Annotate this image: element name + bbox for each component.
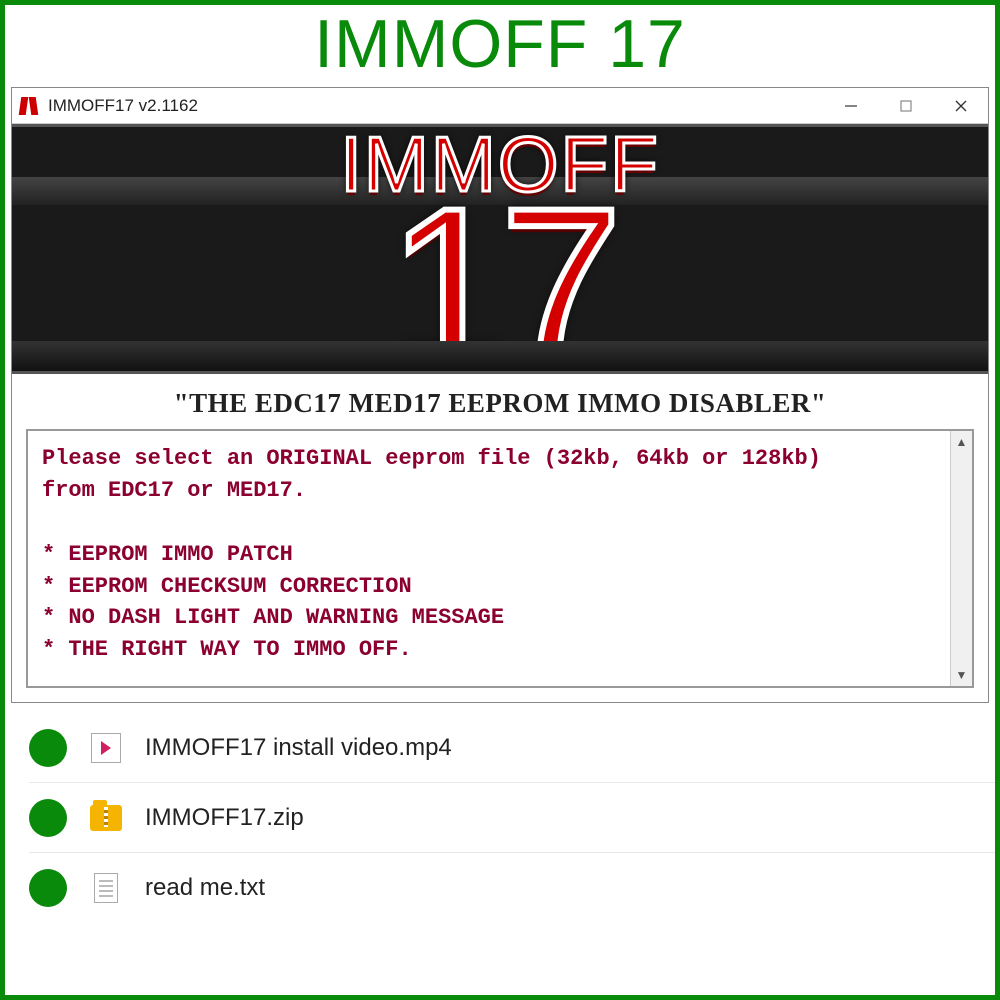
scroll-up-icon[interactable]: ▲ — [951, 431, 972, 453]
subtitle: "THE EDC17 MED17 EEPROM IMMO DISABLER" — [12, 388, 988, 419]
minimize-button[interactable] — [823, 88, 878, 124]
list-item[interactable]: IMMOFF17.zip — [29, 783, 995, 853]
file-name: read me.txt — [145, 874, 265, 902]
close-button[interactable] — [933, 88, 988, 124]
app-window: IMMOFF17 v2.1162 IMMOFF 17 "THE EDC17 ME… — [11, 87, 989, 703]
zip-file-icon — [89, 801, 123, 835]
banner-text-line2: 17 — [388, 175, 613, 374]
page-title: IMMOFF 17 — [5, 5, 995, 87]
bullet-icon — [29, 869, 67, 907]
window-title: IMMOFF17 v2.1162 — [48, 96, 198, 116]
info-text: Please select an ORIGINAL eeprom file (3… — [28, 431, 950, 686]
text-file-icon — [89, 871, 123, 905]
video-file-icon — [89, 731, 123, 765]
bullet-icon — [29, 729, 67, 767]
file-name: IMMOFF17.zip — [145, 804, 304, 832]
info-textbox: Please select an ORIGINAL eeprom file (3… — [26, 429, 974, 688]
scrollbar[interactable]: ▲ ▼ — [950, 431, 972, 686]
list-item[interactable]: IMMOFF17 install video.mp4 — [29, 713, 995, 783]
app-icon — [20, 97, 40, 115]
list-item[interactable]: read me.txt — [29, 853, 995, 923]
maximize-button[interactable] — [878, 88, 933, 124]
subtitle-area: "THE EDC17 MED17 EEPROM IMMO DISABLER" — [12, 374, 988, 429]
app-banner: IMMOFF 17 — [12, 124, 988, 374]
file-name: IMMOFF17 install video.mp4 — [145, 734, 452, 762]
titlebar[interactable]: IMMOFF17 v2.1162 — [12, 88, 988, 124]
scroll-down-icon[interactable]: ▼ — [951, 664, 972, 686]
file-list: IMMOFF17 install video.mp4 IMMOFF17.zip … — [5, 703, 995, 923]
bullet-icon — [29, 799, 67, 837]
